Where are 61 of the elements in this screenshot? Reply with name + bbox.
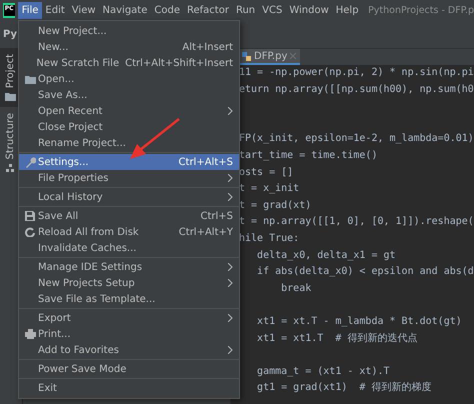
code-line: tart_time = time.time()	[239, 148, 378, 163]
menu-entry[interactable]: Close Project	[19, 119, 239, 135]
menu-entry[interactable]: Invalidate Caches...	[19, 240, 239, 256]
code-line: delta_x0, delta_x1 = gt	[256, 248, 397, 263]
menu-entry[interactable]: Open...	[19, 71, 239, 87]
menu-entry[interactable]: New Project...	[19, 23, 239, 39]
folder-icon	[4, 92, 16, 102]
menu-entry[interactable]: New... Alt+Insert	[19, 39, 239, 55]
code-line: hile True:	[239, 232, 300, 246]
menu-entry[interactable]: Settings... Ctrl+Alt+S	[19, 154, 239, 170]
menu-entry[interactable]: Add to Favorites	[19, 342, 239, 358]
menu-entry[interactable]: Save File as Template...	[19, 291, 239, 307]
menu-entry[interactable]: Reload All from Disk Ctrl+Alt+Y	[19, 224, 239, 240]
menu-item[interactable]: Code	[150, 2, 184, 18]
project-header: Py	[2, 28, 18, 42]
menu-entry[interactable]: Power Save Mode	[19, 361, 239, 377]
menu-entry[interactable]: Manage IDE Settings	[19, 259, 239, 275]
menu-item[interactable]: Navigate	[99, 2, 151, 18]
menu-entry[interactable]: Print...	[19, 326, 239, 342]
structure-icon	[6, 164, 14, 173]
menu-entry[interactable]: Rename Project...	[19, 135, 239, 151]
code-line: t = x_init	[239, 182, 300, 196]
reload-icon	[25, 227, 35, 237]
code-line: t = grad(xt)	[239, 198, 312, 213]
code-line: gt1 = grad(xt1) # 得到新的梯度	[256, 380, 432, 396]
menu-item[interactable]: Help	[332, 2, 362, 18]
side-tab[interactable]: Project	[0, 48, 20, 108]
annotation-arrow	[128, 118, 180, 160]
menu-entry[interactable]: Open Recent	[19, 103, 239, 119]
code-line: break	[280, 282, 312, 296]
menu-item[interactable]: Run	[232, 2, 259, 18]
menu-item[interactable]: File	[18, 2, 42, 18]
menu-item[interactable]: Refactor	[184, 2, 232, 18]
menu-entry[interactable]: Save All Ctrl+S	[19, 208, 239, 224]
python-file-icon	[242, 52, 251, 60]
menu-entry[interactable]: Export	[19, 310, 239, 326]
menu-entry[interactable]: New Projects Setup	[19, 275, 239, 291]
window-title: PythonProjects - DFP.p	[368, 4, 474, 16]
save-icon	[25, 211, 35, 221]
code-line: osts = []	[239, 166, 294, 180]
editor-tab[interactable]: DFP.py	[238, 49, 300, 65]
side-tab[interactable]: Structure	[0, 107, 20, 179]
menu-item[interactable]: VCS	[258, 2, 286, 18]
code-line: eturn np.array([[np.sum(h00), np.sum(h0	[239, 82, 474, 97]
menu-item[interactable]: Window	[286, 2, 332, 18]
folder-icon	[24, 74, 36, 84]
menu-entry[interactable]: Exit	[19, 380, 239, 396]
code-line: FP(x_init, epsilon=1e-2, m_lambda=0.01)	[239, 132, 474, 146]
close-icon[interactable]	[290, 53, 296, 59]
menu-entry[interactable]: New Scratch File Ctrl+Alt+Shift+Insert	[19, 55, 239, 71]
code-line: gamma_t = (xt1 - xt).T	[256, 364, 391, 379]
menu-entry[interactable]: Save As...	[19, 87, 239, 103]
code-line: xt1 = xt1.T # 得到新的迭代点	[256, 332, 418, 346]
code-line: if abs(delta_x0) < epsilon and abs(d	[256, 265, 474, 280]
menu-entry[interactable]: File Properties	[19, 170, 239, 186]
menu-item[interactable]: View	[68, 2, 100, 18]
code-line: 11 = -np.power(np.pi, 2) * np.sin(np.pi	[239, 66, 474, 80]
menu-entry[interactable]: Local History	[19, 189, 239, 205]
code-line: t = np.array([[1, 0], [0, 1]]).reshape(	[239, 215, 474, 230]
code-line: xt1 = xt.T - m_lambda * Bt.dot(gt)	[256, 314, 463, 329]
menu-item[interactable]: Edit	[42, 2, 68, 18]
